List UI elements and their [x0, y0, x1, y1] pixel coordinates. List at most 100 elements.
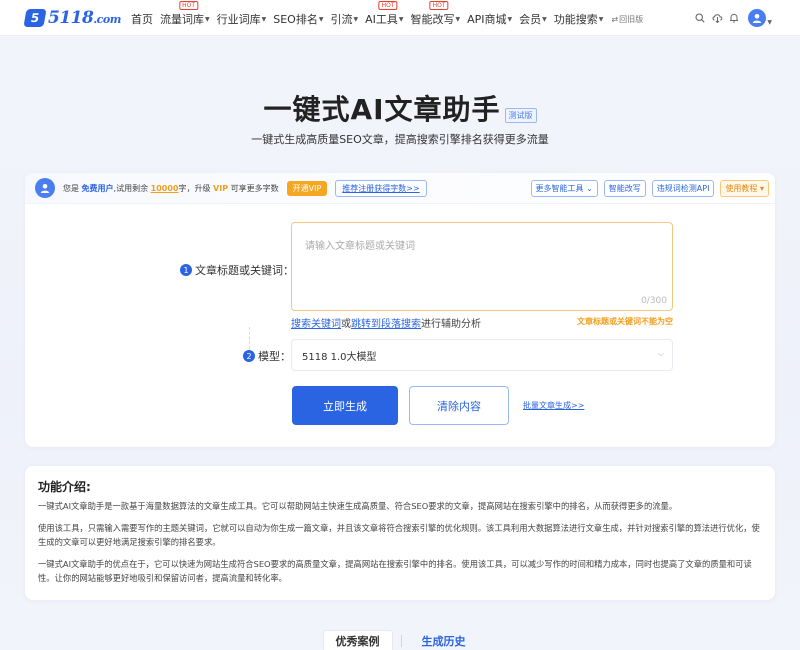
nav-api-store[interactable]: API商城 ▼: [467, 11, 512, 27]
vip-text: VIP: [213, 183, 229, 193]
open-vip-button[interactable]: 开通VIP: [286, 180, 328, 196]
helper-text: 搜索关键词或跳转到段落搜索进行辅助分析: [291, 315, 481, 330]
intro-title: 功能介绍:: [38, 480, 91, 494]
nav-seo-ranking[interactable]: SEO排名 ▼: [273, 11, 323, 27]
quota-suffix2: 可享更多字数: [230, 183, 279, 193]
model-field-label-text: 模型：: [258, 350, 291, 363]
nav-home[interactable]: 首页: [131, 11, 153, 27]
nav-traffic-drain[interactable]: 引流 ▼: [330, 11, 358, 27]
search-icon[interactable]: [694, 12, 706, 24]
caret-down-icon: ▼: [261, 15, 267, 23]
more-tools-label: 更多智能工具: [535, 184, 584, 193]
generator-card: 您是 免费用户,试用剩余 10000字，升级 VIP 可享更多字数 开通VIP …: [25, 173, 775, 447]
title-field-label: 1 文章标题或关键词：: [180, 262, 294, 278]
nav-industry-words-label: 行业词库: [216, 13, 261, 26]
bell-icon[interactable]: [728, 12, 740, 24]
main-nav: 首页 HOT 流量词库 ▼ 行业词库 ▼ SEO排名 ▼ 引流 ▼ HOT AI工具 ▼ HO…: [131, 1, 650, 27]
caret-down-icon: ▼: [542, 15, 547, 23]
logo-text-suffix: .com: [93, 13, 121, 26]
caret-down-icon: ▼: [353, 15, 359, 23]
nav-traffic-drain-label: 引流: [330, 13, 353, 26]
caret-down-icon: ▾: [759, 184, 764, 193]
title-field-label-text: 文章标题或关键词：: [195, 264, 294, 277]
paragraph-search-link[interactable]: 跳转到段落搜索: [351, 319, 421, 330]
logo-text-main: 5118: [48, 8, 94, 28]
step-badge-1: 1: [180, 264, 192, 276]
page-title-text: 一键式AI文章助手: [263, 93, 501, 126]
card-header: 您是 免费用户,试用剩余 10000字，升级 VIP 可享更多字数 开通VIP …: [25, 173, 775, 204]
batch-generate-link[interactable]: 批量文章生成>>: [523, 400, 584, 411]
tutorial-button[interactable]: 使用教程 ▾: [720, 180, 769, 197]
header-tools: 更多智能工具 ⌄ 智能改写 违规词检测API 使用教程 ▾: [525, 180, 769, 197]
intro-paragraph-2: 使用该工具，只需输入需要写作的主题关键词，它就可以自动为你生成一篇文章，并且该文…: [38, 523, 760, 547]
old-version-label: 回旧版: [619, 14, 644, 24]
caret-down-icon: ▼: [507, 15, 513, 23]
old-version-icon: ⇄: [611, 14, 619, 24]
nav-feature-search-label: 功能搜索: [553, 13, 598, 26]
hot-badge: HOT: [179, 1, 199, 10]
logo-text: 5118.com: [48, 8, 121, 28]
invite-register-link[interactable]: 推荐注册获得字数>>: [335, 179, 427, 197]
nav-ai-tools-label: AI工具: [365, 13, 398, 26]
quota-text: 您是 免费用户,试用剩余 10000字，升级 VIP 可享更多字数: [63, 183, 279, 194]
intro-paragraph-1: 一键式AI文章助手是一款基于海量数据算法的文章生成工具。它可以帮助网站主快速生成…: [38, 501, 678, 511]
nav-membership[interactable]: 会员 ▼: [519, 11, 547, 27]
page-subtitle: 一键式生成高质量SEO文章，提高搜索引擎排名获得更多流量: [251, 133, 549, 146]
nav-membership-label: 会员: [519, 13, 542, 26]
more-tools-button[interactable]: 更多智能工具 ⌄: [530, 180, 598, 197]
bottom-tabs: 优秀案例 生成历史: [0, 630, 800, 650]
intro-paragraph-3: 一键式AI文章助手的优点在于，它可以快速为网站生成符合SEO要求的高质量文章，提…: [38, 559, 752, 583]
feature-intro: 功能介绍: 一键式AI文章助手是一款基于海量数据算法的文章生成工具。它可以帮助网…: [25, 466, 775, 600]
char-counter: 0/300: [641, 296, 667, 306]
nav-industry-words[interactable]: 行业词库 ▼: [217, 11, 267, 27]
nav-smart-rewrite[interactable]: HOT 智能改写 ▼: [410, 1, 461, 27]
nav-traffic-words[interactable]: HOT 流量词库 ▼: [160, 1, 210, 27]
user-icon: [35, 178, 55, 198]
generate-button[interactable]: 立即生成: [292, 386, 398, 425]
remaining-count: 10000: [150, 183, 179, 193]
tab-generation-history[interactable]: 生成历史: [410, 631, 478, 650]
nav-old-version[interactable]: ⇄ 回旧版: [610, 14, 643, 25]
hot-badge: HOT: [429, 1, 449, 10]
banned-words-api-button[interactable]: 违规词检测API: [651, 180, 715, 197]
smart-rewrite-button[interactable]: 智能改写: [603, 180, 646, 197]
helper-or: 或: [341, 319, 351, 330]
quota-mid: ,试用剩余: [113, 183, 149, 193]
nav-feature-search[interactable]: 功能搜索 ▼: [554, 11, 604, 27]
search-keyword-link[interactable]: 搜索关键词: [291, 319, 341, 330]
beta-badge: 测试版: [504, 107, 537, 123]
user-type: 免费用户: [81, 183, 114, 193]
model-field-label: 2 模型：: [243, 348, 291, 364]
helper-tail: 进行辅助分析: [421, 319, 481, 330]
quota-prefix: 您是: [63, 183, 79, 193]
nav-right-tools: ▼: [694, 9, 772, 27]
tab-excellent-cases[interactable]: 优秀案例: [322, 630, 393, 650]
caret-down-icon: ▼: [318, 15, 324, 23]
hot-badge: HOT: [378, 1, 398, 10]
validation-error: 文章标题或关键词不能为空: [577, 317, 673, 326]
nav-smart-rewrite-label: 智能改写: [410, 13, 455, 26]
textarea-placeholder: 请输入文章标题或关键词: [305, 241, 415, 252]
caret-down-icon: ▼: [598, 15, 604, 23]
nav-traffic-words-label: 流量词库: [160, 13, 204, 26]
top-navbar: 5 5118.com 首页 HOT 流量词库 ▼ 行业词库 ▼ SEO排名 ▼ 引流 ▼ …: [0, 0, 800, 36]
title-keyword-textarea[interactable]: 请输入文章标题或关键词 0/300: [291, 222, 673, 311]
model-select-value: 5118 1.0大模型: [302, 351, 377, 363]
chevron-down-icon: ⌵: [657, 349, 664, 358]
download-icon[interactable]: [711, 12, 723, 24]
caret-down-icon: ▼: [455, 15, 461, 23]
tab-divider: [400, 635, 402, 647]
nav-home-label: 首页: [131, 13, 153, 26]
logo-mark: 5: [23, 9, 47, 27]
site-logo[interactable]: 5 5118.com: [23, 8, 121, 28]
model-select[interactable]: 5118 1.0大模型 ⌵: [291, 339, 673, 371]
chevron-down-icon: ⌄: [586, 184, 593, 193]
user-avatar-icon[interactable]: [748, 9, 767, 27]
clear-button[interactable]: 清除内容: [409, 386, 509, 425]
caret-down-icon: ▼: [398, 15, 404, 23]
tutorial-label: 使用教程: [725, 184, 758, 193]
caret-down-icon: ▼: [205, 15, 210, 23]
avatar-caret-icon[interactable]: ▼: [767, 19, 772, 26]
nav-api-store-label: API商城: [467, 13, 507, 26]
nav-ai-tools[interactable]: HOT AI工具 ▼: [365, 1, 404, 27]
